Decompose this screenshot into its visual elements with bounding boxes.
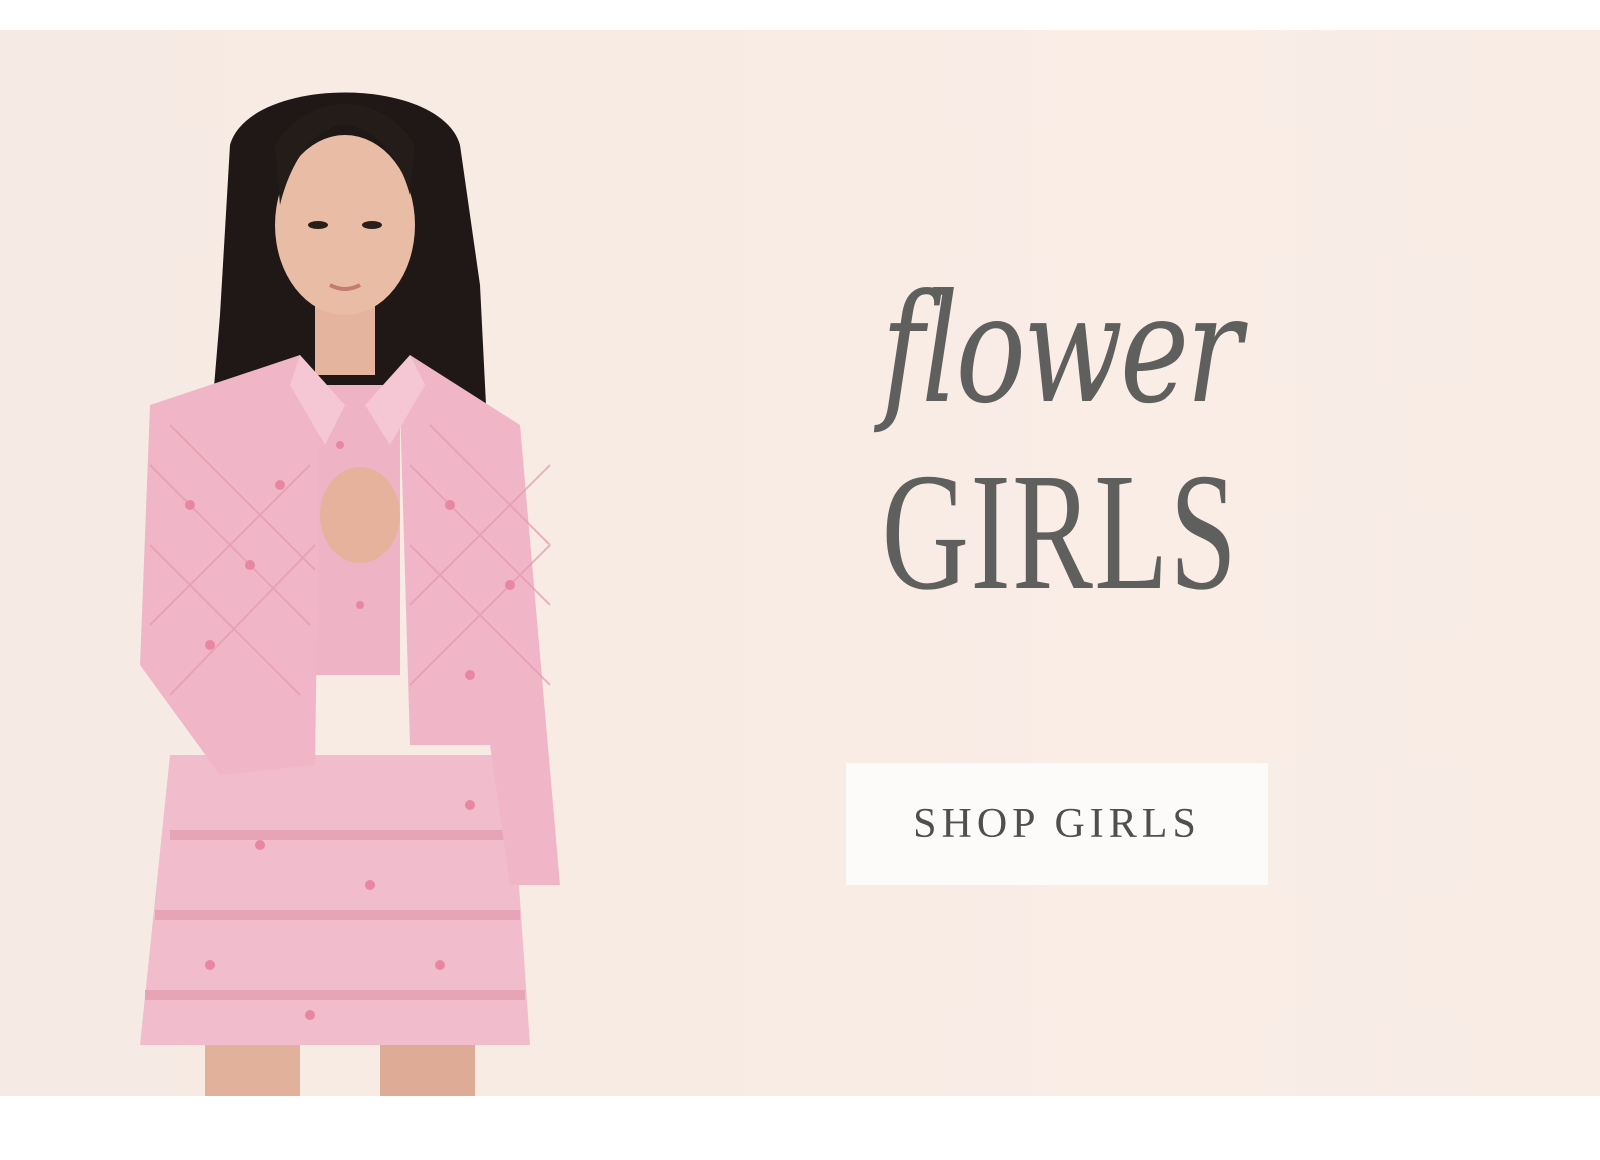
model-skirt	[140, 755, 530, 1045]
hero-banner: flower GIRLS SHOP GIRLS	[0, 30, 1600, 1096]
model-jacket-left	[140, 355, 320, 775]
headline-script: flower	[881, 263, 1242, 437]
model-photo	[140, 92, 560, 1096]
model-hand	[320, 467, 400, 563]
hero-headline: flower GIRLS	[760, 263, 1360, 625]
headline-caps: GIRLS	[881, 439, 1239, 625]
shop-girls-button[interactable]: SHOP GIRLS	[846, 763, 1268, 885]
